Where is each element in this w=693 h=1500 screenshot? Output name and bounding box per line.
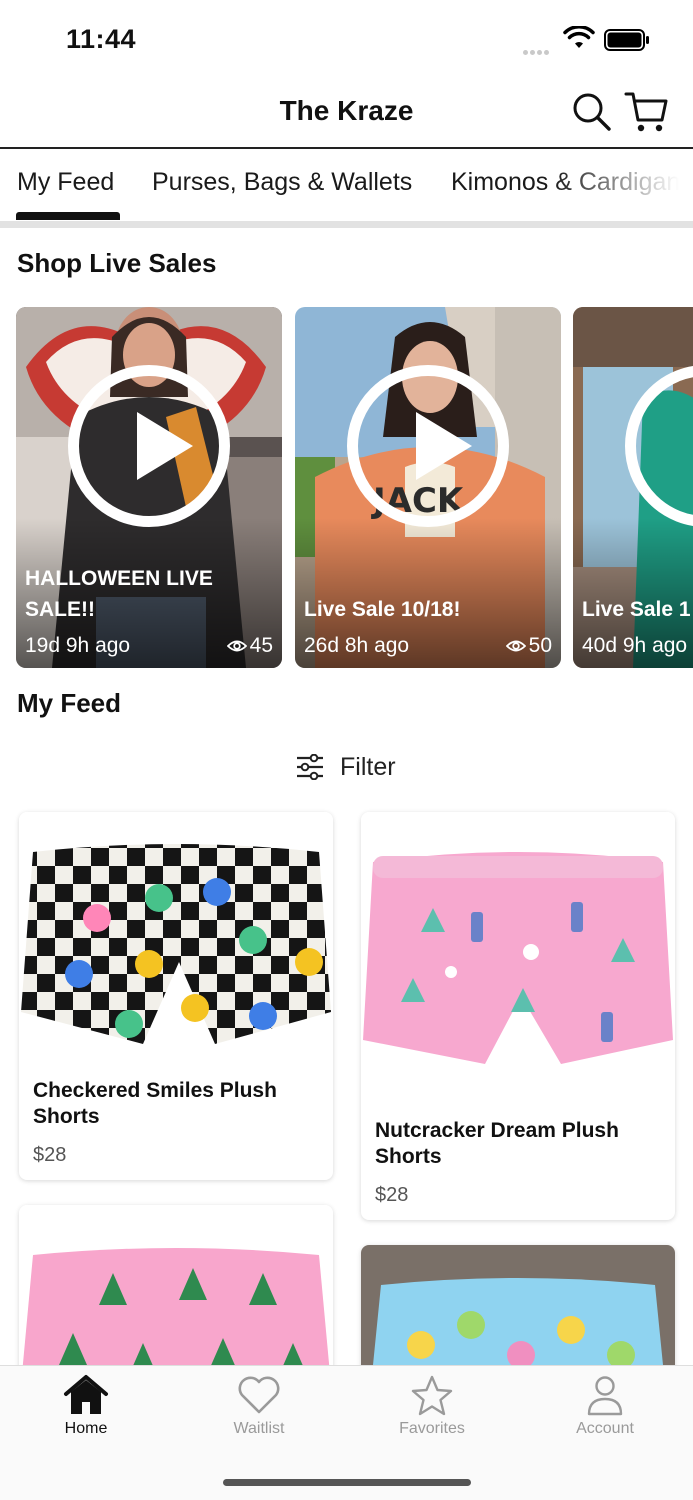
views-count: 45 [249,634,273,657]
product-image [19,812,333,1067]
live-sale-time-ago: 26d 8h ago [304,634,410,657]
eye-icon [505,640,526,652]
filter-button[interactable]: Filter [296,751,396,783]
product-card[interactable] [19,1205,333,1385]
nav-account[interactable]: Account [535,1374,675,1438]
app-header: The Kraze [0,80,693,149]
status-time: 11:44 [66,24,137,54]
nav-waitlist-label: Waitlist [233,1420,285,1437]
search-icon[interactable] [572,92,612,132]
play-icon[interactable] [68,365,230,527]
views-count: 50 [528,634,552,657]
feed-heading: My Feed [17,688,122,718]
product-card[interactable]: Nutcracker Dream Plush Shorts $28 [361,812,675,1220]
nav-favorites[interactable]: Favorites [362,1374,502,1438]
live-sale-views: 45 [226,634,273,658]
wifi-icon [563,26,595,48]
tab-my-feed[interactable]: My Feed [17,168,114,197]
live-sale-card[interactable]: Live Sale 1 40d 9h ago [573,307,693,668]
nav-favorites-label: Favorites [399,1420,465,1437]
eye-icon [226,640,247,652]
category-tabs: My Feed Purses, Bags & Wallets Kimonos &… [0,150,693,222]
live-sale-title: HALLOWEEN LIVE SALE!! [25,567,213,621]
tab-purses-bags-wallets[interactable]: Purses, Bags & Wallets [152,168,412,197]
live-sale-views: 50 [505,634,552,658]
live-sale-title: Live Sale 1 [582,598,691,621]
live-sale-card[interactable]: JACK Live Sale 10/18! 26d 8h ago 50 [295,307,561,668]
product-price: $28 [33,1144,67,1166]
live-sale-card[interactable]: HALLOWEEN LIVE SALE!! 19d 9h ago 45 [16,307,282,668]
live-sale-time-ago: 19d 9h ago [25,634,131,657]
nav-home-label: Home [64,1420,108,1437]
heart-icon [238,1376,280,1414]
live-sales-carousel[interactable]: HALLOWEEN LIVE SALE!! 19d 9h ago 45 JACK… [16,307,693,669]
product-card[interactable] [361,1245,675,1385]
cellular-signal-icon [523,42,557,55]
filter-sliders-icon [297,754,323,780]
nav-home[interactable]: Home [16,1374,156,1438]
product-name: Nutcracker Dream Plush Shorts [375,1119,619,1168]
battery-icon [604,29,649,51]
tabs-fade-overlay [553,150,693,222]
home-indicator[interactable] [223,1479,471,1486]
product-image [361,812,675,1110]
home-icon [64,1375,108,1414]
product-image [19,1205,333,1385]
product-image [361,1245,675,1385]
star-icon [411,1375,453,1416]
live-sale-time-ago: 40d 9h ago [582,634,688,657]
live-sales-heading: Shop Live Sales [17,248,217,278]
active-tab-indicator [16,212,120,220]
status-bar: 11:44 [0,0,693,80]
tabs-divider [0,221,693,228]
product-price: $28 [375,1184,409,1206]
nav-waitlist[interactable]: Waitlist [189,1374,329,1438]
filter-label: Filter [340,752,396,781]
live-sale-title: Live Sale 10/18! [304,598,461,621]
person-icon [587,1376,623,1416]
cart-icon[interactable] [624,90,670,134]
product-name: Checkered Smiles Plush Shorts [33,1079,277,1128]
play-icon[interactable] [347,365,509,527]
product-card[interactable]: Checkered Smiles Plush Shorts $28 [19,812,333,1180]
nav-account-label: Account [576,1420,634,1437]
